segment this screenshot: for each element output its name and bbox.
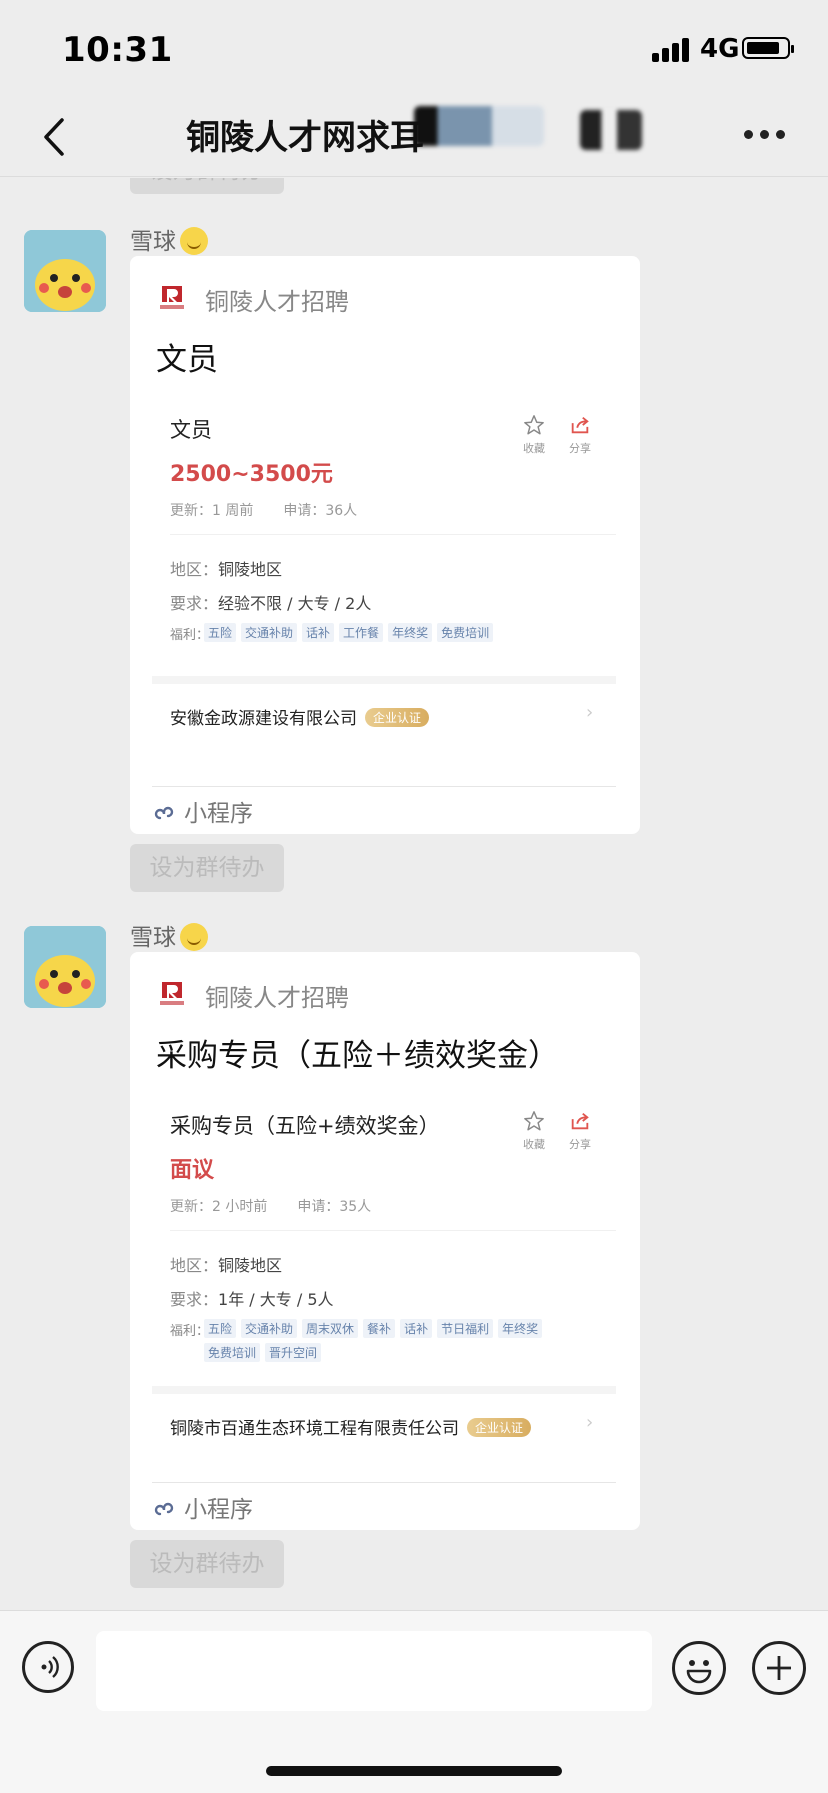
region-row: 地区：铜陵地区 — [170, 560, 283, 579]
share-button[interactable]: 分享 — [560, 414, 600, 456]
smile-emoji-icon — [180, 923, 208, 951]
job-title: 文员 — [170, 418, 212, 442]
welfare-tag: 免费培训 — [437, 623, 494, 642]
welfare-tag: 工作餐 — [339, 623, 384, 642]
avatar[interactable] — [24, 230, 106, 312]
star-icon — [524, 415, 544, 435]
network-type: 4G — [700, 34, 740, 64]
requirements-row: 要求：1年 / 大专 / 5人 — [170, 1290, 334, 1309]
redacted-block — [580, 110, 642, 150]
divider — [170, 534, 616, 535]
chat-header: 铜陵人才网求耳 — [0, 96, 828, 177]
chevron-right-icon: › — [586, 702, 594, 723]
welfare-tag: 年终奖 — [498, 1319, 543, 1338]
welfare-tag: 年终奖 — [388, 623, 433, 642]
status-bar: 10:31 4G — [0, 0, 828, 96]
status-time: 10:31 — [62, 30, 173, 70]
set-group-todo-button[interactable]: 设为群待办 — [130, 1540, 284, 1588]
set-group-todo-button[interactable]: 设为群待办 — [130, 844, 284, 892]
brand-logo-icon — [160, 982, 184, 1005]
card-source: 铜陵人才招聘 — [205, 288, 349, 316]
miniprogram-icon — [154, 1502, 174, 1516]
job-title: 采购专员（五险+绩效奖金） — [170, 1114, 440, 1138]
redacted-block — [414, 106, 544, 146]
divider — [152, 786, 616, 787]
welfare-tag: 免费培训 — [204, 1343, 261, 1362]
welfare-tag: 话补 — [400, 1319, 433, 1338]
chat-title: 铜陵人才网求耳 — [186, 118, 424, 158]
salary: 2500~3500元 — [170, 462, 333, 487]
job-card[interactable]: 铜陵人才招聘 采购专员（五险＋绩效奖金） 采购专员（五险+绩效奖金） 面议 更新… — [130, 952, 640, 1530]
verified-badge: 企业认证 — [467, 1418, 532, 1437]
favorite-button[interactable]: 收藏 — [514, 414, 554, 456]
job-meta: 更新：2 小时前 申请：35人 — [170, 1199, 372, 1215]
share-icon — [571, 416, 589, 434]
card-source: 铜陵人才招聘 — [205, 984, 349, 1012]
welfare-tag: 周末双休 — [302, 1319, 359, 1338]
back-icon[interactable] — [36, 114, 76, 160]
message-input[interactable] — [96, 1631, 652, 1711]
voice-icon[interactable] — [22, 1641, 74, 1693]
requirements-row: 要求：经验不限 / 大专 / 2人 — [170, 594, 372, 613]
miniprogram-icon — [154, 806, 174, 820]
share-button[interactable]: 分享 — [560, 1110, 600, 1152]
job-detail: 采购专员（五险+绩效奖金） 面议 更新：2 小时前 申请：35人 收藏 分享 地区… — [152, 1092, 616, 1502]
more-icon[interactable] — [744, 130, 786, 140]
section-separator — [152, 676, 616, 684]
sender-name: 雪球 — [130, 222, 208, 256]
welfare-tag: 晋升空间 — [265, 1343, 322, 1362]
job-meta: 更新：1 周前 申请：36人 — [170, 503, 358, 519]
share-icon — [571, 1112, 589, 1130]
star-icon — [524, 1111, 544, 1131]
battery-icon — [742, 37, 794, 59]
divider — [170, 1230, 616, 1231]
plus-icon[interactable] — [752, 1641, 806, 1695]
welfare-tag: 话补 — [302, 623, 335, 642]
job-detail: 文员 2500~3500元 更新：1 周前 申请：36人 收藏 分享 地区：铜陵地… — [152, 396, 616, 806]
card-title: 采购专员（五险＋绩效奖金） — [156, 1038, 559, 1074]
welfare-tag: 餐补 — [363, 1319, 396, 1338]
smile-emoji-icon — [180, 227, 208, 255]
signal-icon — [652, 36, 694, 62]
welfare-tag: 五险 — [204, 1319, 237, 1338]
card-title: 文员 — [156, 342, 218, 378]
miniprogram-label: 小程序 — [152, 794, 253, 828]
welfare-tags: 五险 交通补助 周末双休 餐补 话补 节日福利 年终奖免费培训 晋升空间 — [204, 1318, 584, 1366]
emoji-icon[interactable] — [672, 1641, 726, 1695]
company-name[interactable]: 铜陵市百通生态环境工程有限责任公司 企业认证 — [170, 1414, 532, 1439]
chevron-right-icon: › — [586, 1412, 594, 1433]
welfare-tag: 节日福利 — [437, 1319, 494, 1338]
sender-name: 雪球 — [130, 918, 208, 952]
avatar[interactable] — [24, 926, 106, 1008]
brand-logo-icon — [160, 286, 184, 309]
miniprogram-label: 小程序 — [152, 1490, 253, 1524]
welfare-tag: 交通补助 — [241, 1319, 298, 1338]
region-row: 地区：铜陵地区 — [170, 1256, 283, 1275]
home-indicator[interactable] — [266, 1766, 562, 1776]
salary: 面议 — [170, 1158, 215, 1183]
verified-badge: 企业认证 — [365, 708, 430, 727]
section-separator — [152, 1386, 616, 1394]
welfare-tag: 交通补助 — [241, 623, 298, 642]
welfare-tags: 五险 交通补助 话补 工作餐 年终奖 免费培训 — [204, 622, 584, 646]
favorite-button[interactable]: 收藏 — [514, 1110, 554, 1152]
company-name[interactable]: 安徽金政源建设有限公司 企业认证 — [170, 704, 430, 729]
job-card[interactable]: 铜陵人才招聘 文员 文员 2500~3500元 更新：1 周前 申请：36人 收藏… — [130, 256, 640, 834]
divider — [152, 1482, 616, 1483]
welfare-tag: 五险 — [204, 623, 237, 642]
